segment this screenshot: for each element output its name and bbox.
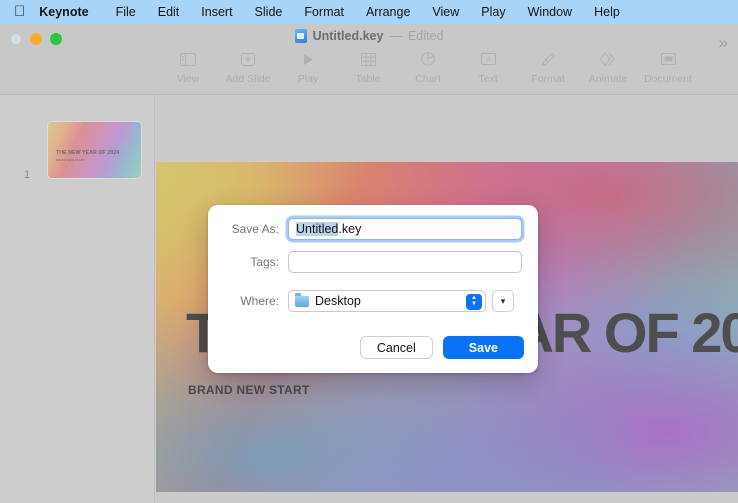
document-icon — [660, 50, 676, 68]
plus-square-icon — [241, 50, 255, 68]
tags-row: Tags: — [230, 251, 522, 273]
toolbar-button-animate[interactable]: Animate — [578, 50, 638, 85]
toolbar-label-document: Document — [644, 73, 692, 85]
menu-item-format[interactable]: Format — [293, 5, 355, 19]
pie-chart-icon — [421, 50, 435, 68]
save-as-label: Save As: — [231, 222, 279, 236]
blue-folder-icon — [295, 293, 309, 307]
expand-browser-button[interactable]: ▾ — [492, 290, 514, 312]
save-as-extension-text: .key — [338, 222, 362, 236]
toolbar-button-play[interactable]: Play — [278, 50, 338, 85]
text-box-icon: A — [480, 50, 496, 68]
window-titlebar: Untitled.key — Edited View Add Slide Pla… — [0, 24, 738, 95]
stepper-down-arrow-icon: ▼ — [471, 301, 477, 307]
toolbar-button-view[interactable]: View — [158, 50, 218, 85]
paintbrush-icon — [541, 50, 556, 68]
slide-thumbnail-preview[interactable]: THE NEW YEAR OF 2024 BRAND NEW START — [48, 122, 141, 178]
menu-item-play[interactable]: Play — [470, 5, 516, 19]
title-separator: — — [389, 29, 402, 43]
save-as-row: Save As: Untitled .key — [230, 218, 522, 240]
play-triangle-icon — [302, 50, 314, 68]
document-edited-state: Edited — [407, 29, 444, 43]
keynote-document-icon — [294, 29, 307, 43]
toolbar-overflow-chevrons-icon[interactable]: » — [719, 34, 728, 51]
toolbar-label-play: Play — [297, 73, 319, 85]
toolbar-button-add-slide[interactable]: Add Slide — [218, 50, 278, 85]
menu-item-slide[interactable]: Slide — [244, 5, 294, 19]
up-down-stepper-icon[interactable]: ▲ ▼ — [466, 293, 482, 310]
document-name[interactable]: Untitled.key — [313, 29, 384, 43]
document-title: Untitled.key — Edited — [0, 29, 738, 43]
svg-text:A: A — [486, 57, 491, 64]
tags-input[interactable] — [288, 251, 522, 273]
keynote-window: Untitled.key — Edited View Add Slide Pla… — [0, 24, 738, 503]
toolbar-label-chart: Chart — [415, 73, 441, 85]
toolbar-button-document[interactable]: Document — [638, 50, 698, 85]
sidebar-view-icon — [180, 50, 196, 68]
dialog-action-buttons: Cancel Save — [359, 336, 524, 359]
menu-item-help[interactable]: Help — [583, 5, 631, 19]
menu-item-view[interactable]: View — [421, 5, 470, 19]
slide-number-label: 1 — [24, 169, 31, 181]
thumbnail-title-text: THE NEW YEAR OF 2024 — [56, 150, 120, 156]
where-label: Where: — [240, 294, 279, 308]
table-grid-icon — [360, 50, 376, 68]
save-dialog: Save As: Untitled .key Tags: Where: Deskt… — [208, 205, 538, 373]
toolbar-button-table[interactable]: Table — [338, 50, 398, 85]
tags-label: Tags: — [250, 255, 279, 269]
where-row: Where: Desktop ▲ ▼ ▾ — [230, 290, 514, 312]
toolbar-button-format[interactable]: Format — [518, 50, 578, 85]
toolbar-label-table: Table — [355, 73, 381, 85]
toolbar-label-view: View — [176, 73, 200, 85]
toolbar-button-chart[interactable]: Chart — [398, 50, 458, 85]
animate-diamonds-icon — [599, 50, 617, 68]
thumbnail-subtitle-text: BRAND NEW START — [56, 158, 85, 162]
menu-item-edit[interactable]: Edit — [147, 5, 191, 19]
slide-subtitle-text[interactable]: BRAND NEW START — [188, 383, 310, 397]
toolbar-label-animate: Animate — [588, 73, 628, 85]
toolbar-label-add-slide: Add Slide — [225, 73, 271, 85]
menu-bar:  Keynote File Edit Insert Slide Format … — [0, 0, 738, 24]
where-location-value: Desktop — [315, 294, 361, 308]
main-toolbar: View Add Slide Play Table Chart A Text F… — [158, 50, 698, 95]
toolbar-label-format: Format — [531, 73, 565, 85]
slide-navigator-sidebar: 1 THE NEW YEAR OF 2024 BRAND NEW START — [0, 95, 155, 503]
save-as-selected-text: Untitled — [296, 222, 339, 236]
save-button[interactable]: Save — [442, 336, 524, 359]
toolbar-button-text[interactable]: A Text — [458, 50, 518, 85]
save-as-input[interactable]: Untitled .key — [288, 218, 522, 240]
apple-logo-icon[interactable]:  — [14, 4, 39, 19]
toolbar-label-text: Text — [478, 73, 498, 85]
menu-item-arrange[interactable]: Arrange — [355, 5, 421, 19]
slide-thumbnail-item[interactable]: 1 THE NEW YEAR OF 2024 BRAND NEW START — [14, 119, 142, 181]
where-location-dropdown[interactable]: Desktop ▲ ▼ — [288, 290, 486, 312]
menu-item-insert[interactable]: Insert — [190, 5, 243, 19]
cancel-button[interactable]: Cancel — [359, 336, 433, 359]
menu-item-file[interactable]: File — [105, 5, 147, 19]
menu-item-keynote[interactable]: Keynote — [39, 5, 104, 19]
chevron-down-icon: ▾ — [500, 295, 506, 306]
menu-item-window[interactable]: Window — [517, 5, 583, 19]
